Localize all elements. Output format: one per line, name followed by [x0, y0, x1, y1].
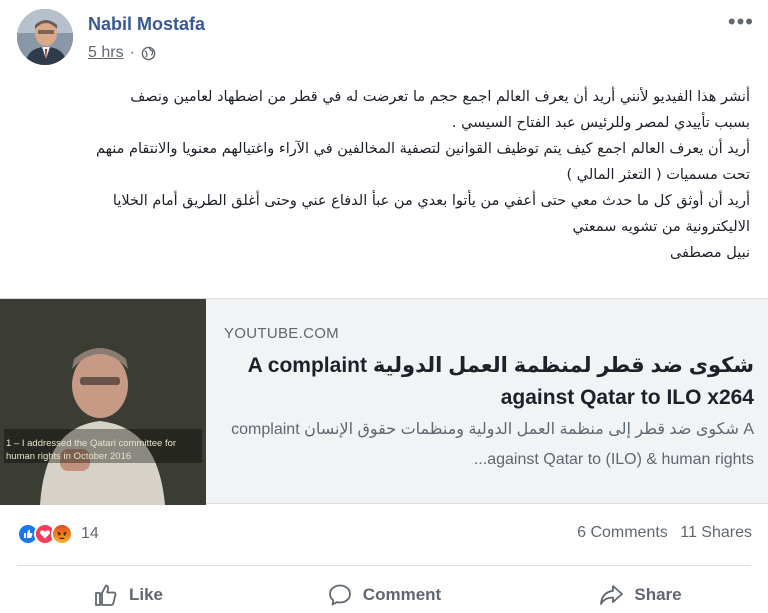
shares-count-link[interactable]: 11 Shares: [680, 524, 752, 541]
post-action-bar: Like Comment Share: [0, 576, 768, 613]
link-source-domain: YOUTUBE.COM: [224, 325, 339, 342]
like-button-label: Like: [128, 584, 164, 604]
reaction-summary[interactable]: 14: [17, 523, 99, 545]
actions-divider: [17, 565, 751, 566]
video-thumbnail[interactable]: 1 – I addressed the Qatari committee for…: [0, 299, 206, 505]
post-text-signature: نبيل مصطفى: [669, 245, 750, 261]
thumbs-up-icon: [95, 584, 117, 606]
reaction-count: 14: [81, 525, 99, 542]
link-preview-card[interactable]: 1 – I addressed the Qatari committee for…: [0, 298, 768, 505]
avatar-photo: [17, 9, 73, 65]
link-title[interactable]: شكوى ضد قطر لمنظمة العمل الدولية A compl…: [224, 350, 754, 414]
post-meta: 5 hrs ·: [88, 44, 156, 62]
post-timestamp[interactable]: 5 hrs: [88, 44, 124, 62]
share-icon: [600, 584, 624, 605]
post-text-line: أريد أن أوثق كل ما حدث معي حتى أعفي من ي…: [112, 193, 750, 209]
thumbnail-image: [0, 299, 206, 505]
post-author-name[interactable]: Nabil Mostafa: [88, 14, 205, 35]
post-text: أنشر هذا الفيديو لأنني أريد أن يعرف العا…: [30, 84, 750, 266]
thumbnail-caption: 1 – I addressed the Qatari committee for…: [6, 438, 177, 462]
comments-count-link[interactable]: 6 Comments: [577, 524, 668, 541]
angry-reaction-icon: [51, 523, 73, 545]
post-text-line: بسبب تأييدي لمصر وللرئيس عبد الفتاح السي…: [451, 115, 750, 131]
comment-button-label: Comment: [362, 584, 442, 604]
share-button-label: Share: [634, 584, 682, 604]
author-avatar[interactable]: [17, 9, 73, 65]
link-description: A شكوى ضد قطر إلى منظمة العمل الدولية وم…: [231, 421, 754, 468]
post-text-line: أنشر هذا الفيديو لأنني أريد أن يعرف العا…: [130, 89, 750, 105]
post-text-line: أريد أن يعرف العالم اجمع كيف يتم توظيف ا…: [95, 141, 750, 157]
globe-icon[interactable]: [141, 46, 156, 61]
engagement-stats: 6 Comments 11 Shares: [577, 524, 752, 542]
post-text-line: الاليكترونية من تشويه سمعتي: [572, 219, 750, 235]
comment-icon: [328, 584, 351, 605]
like-button[interactable]: Like: [0, 576, 256, 613]
post-text-line: تحت مسميات ( التعثر المالي ): [566, 167, 750, 183]
share-button[interactable]: Share: [512, 576, 768, 613]
comment-button[interactable]: Comment: [256, 576, 512, 613]
more-options-icon[interactable]: •••: [728, 11, 754, 33]
meta-separator: ·: [129, 44, 135, 61]
feed-post: Nabil Mostafa 5 hrs · ••• أنشر هذا الفيد…: [0, 0, 768, 613]
